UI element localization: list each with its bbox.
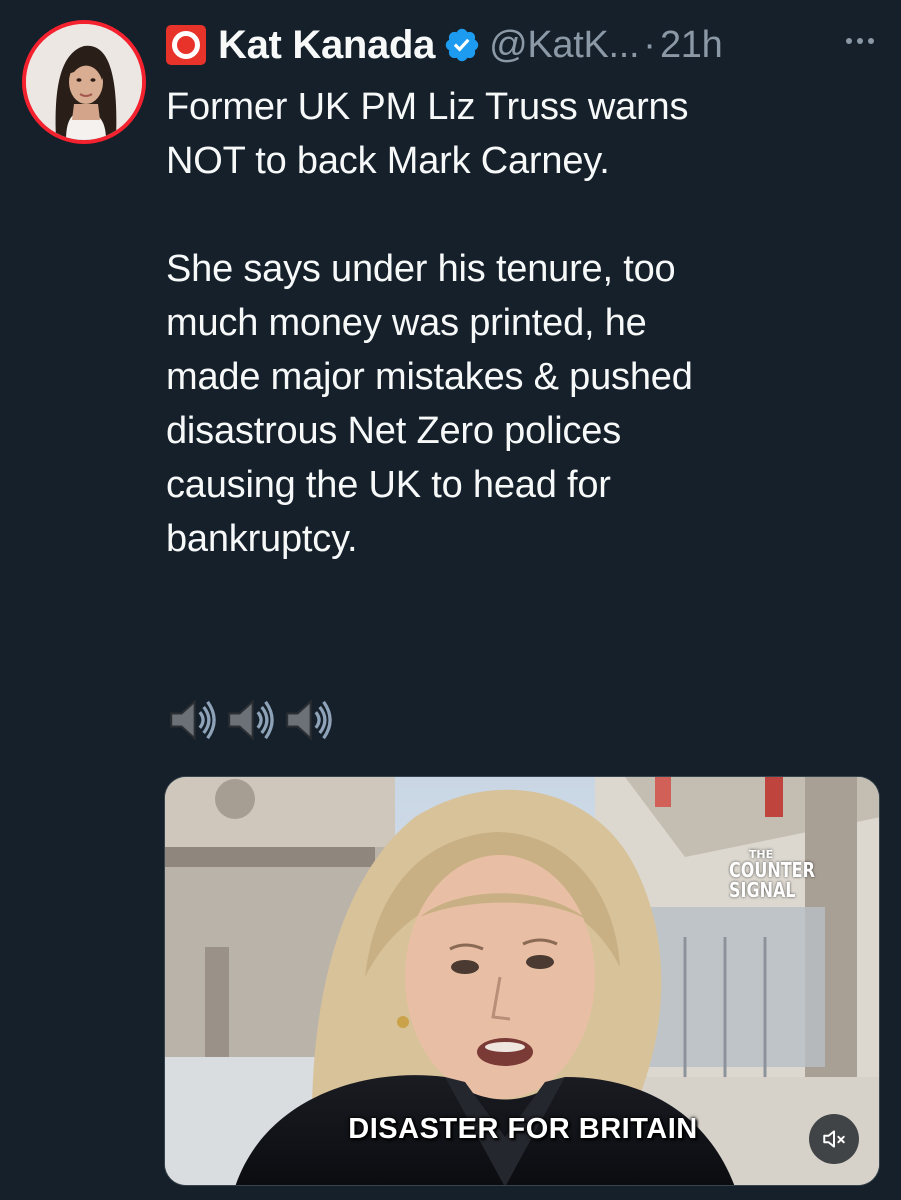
author-handle[interactable]: @KatK...: [489, 24, 640, 67]
avatar-image: [26, 24, 142, 140]
tweet[interactable]: Kat Kanada @KatK... · 21h Former UK PM L…: [0, 0, 901, 1200]
video-player[interactable]: THE COUNTER SIGNAL DISASTER FOR BRITAIN: [164, 776, 880, 1186]
speaker-emoji-row: [166, 694, 334, 746]
speaker-icon: [286, 699, 332, 741]
tweet-header: Kat Kanada @KatK... · 21h: [166, 20, 723, 70]
tweet-text-line: much money was printed, he: [166, 302, 647, 344]
tweet-text-line: bankruptcy.: [166, 518, 358, 560]
watermark-line: COUNTER: [729, 858, 815, 882]
more-options-icon[interactable]: [846, 38, 874, 44]
counter-signal-watermark: THE COUNTER SIGNAL: [721, 849, 815, 902]
tweet-text-line: She says under his tenure, too: [166, 248, 676, 290]
tweet-text-line: NOT to back Mark Carney.: [166, 140, 610, 182]
tweet-text-line: Former UK PM Liz Truss warns: [166, 86, 689, 128]
separator-dot: ·: [643, 23, 656, 66]
author-display-name[interactable]: Kat Kanada: [218, 23, 435, 68]
speaker-icon: [170, 699, 216, 741]
avatar[interactable]: [22, 20, 146, 144]
tweet-text-line: causing the UK to head for: [166, 464, 611, 506]
tweet-text-line: disastrous Net Zero polices: [166, 410, 622, 452]
video-caption: DISASTER FOR BRITAIN: [348, 1113, 698, 1145]
tweet-text-line: made major mistakes & pushed: [166, 356, 693, 398]
watermark-line: SIGNAL: [729, 878, 796, 902]
speaker-muted-icon: [823, 1130, 845, 1148]
speaker-icon: [228, 699, 274, 741]
mute-toggle-button[interactable]: [809, 1114, 859, 1164]
red-o-emoji-icon: [166, 25, 206, 65]
tweet-timestamp[interactable]: 21h: [660, 24, 723, 67]
verified-badge-icon[interactable]: [443, 26, 481, 64]
tweet-text: Former UK PM Liz Truss warns NOT to back…: [166, 80, 866, 566]
